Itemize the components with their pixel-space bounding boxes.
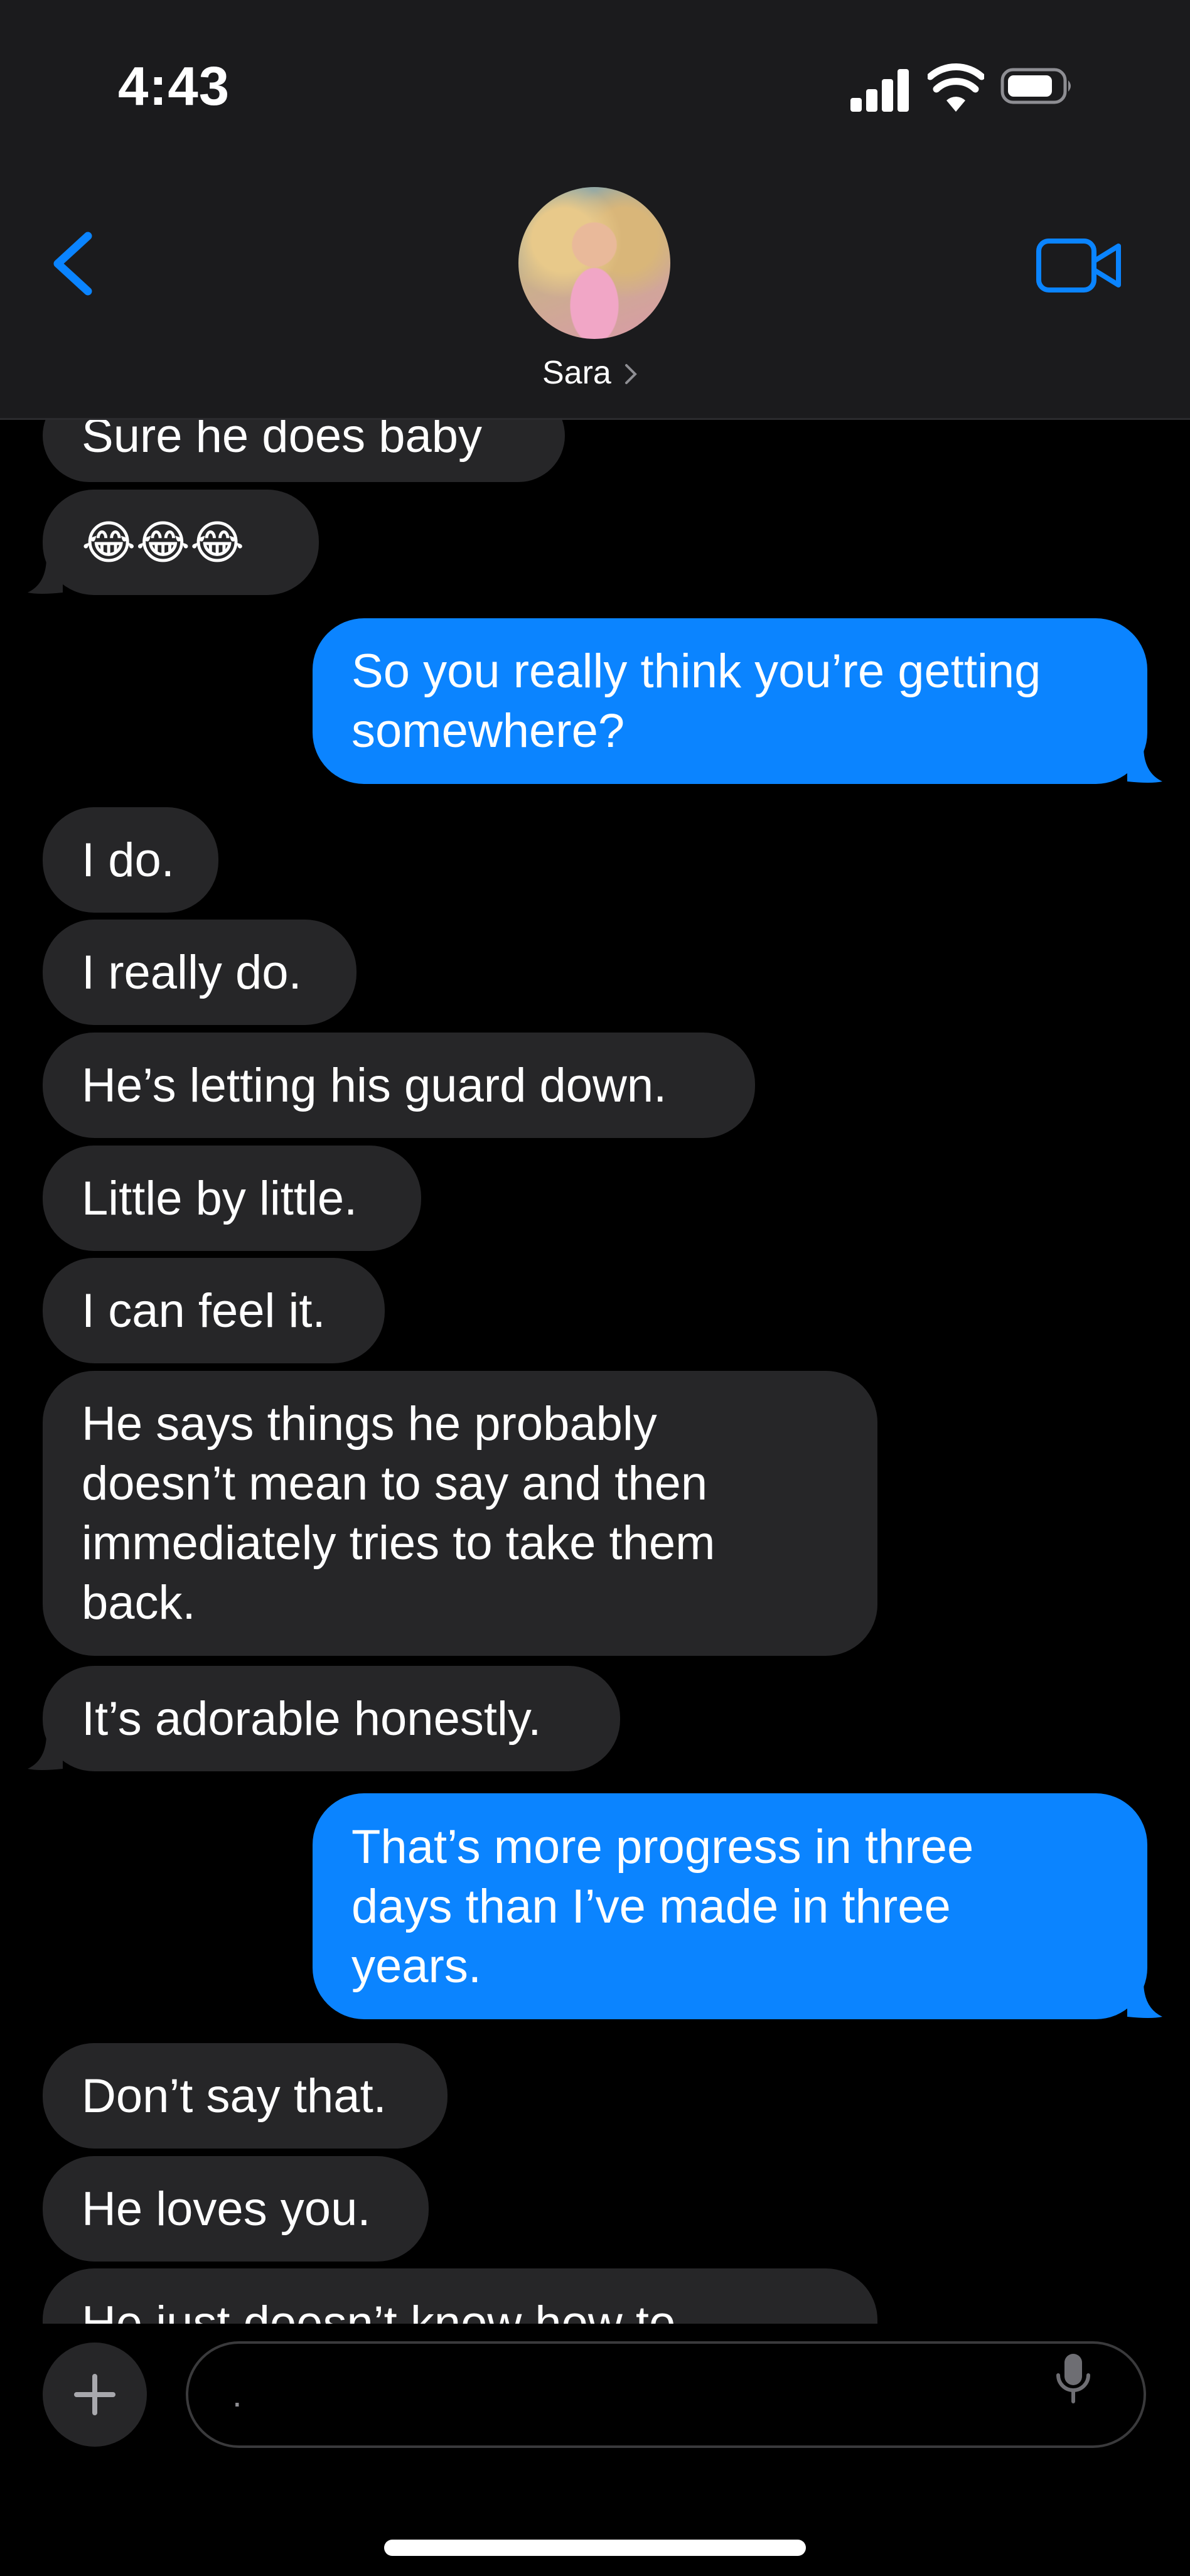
- message-received[interactable]: He’s letting his guard down.: [43, 1033, 755, 1138]
- cellular-signal-icon: [850, 69, 909, 112]
- chevron-right-icon: [625, 364, 637, 384]
- apps-plus-button[interactable]: [43, 2343, 147, 2447]
- bubble-tail: [28, 1734, 63, 1770]
- back-button[interactable]: [44, 226, 100, 301]
- microphone-icon[interactable]: [1054, 2351, 1092, 2405]
- message-received[interactable]: He says things he probably doesn’t mean …: [43, 1371, 877, 1656]
- contact-name[interactable]: Sara: [542, 354, 611, 392]
- message-received[interactable]: I do.: [43, 807, 218, 913]
- message-received[interactable]: He just doesn’t know how to: [43, 2268, 877, 2324]
- status-time: 4:43: [118, 56, 230, 117]
- message-thread[interactable]: Sure he does baby 😂😂😂 So you really thin…: [0, 420, 1190, 2324]
- conversation-header: 4:43 Sara: [0, 0, 1190, 420]
- message-received[interactable]: Don’t say that.: [43, 2043, 448, 2149]
- message-received[interactable]: I can feel it.: [43, 1258, 385, 1363]
- contact-avatar[interactable]: [518, 187, 670, 339]
- message-received[interactable]: 😂😂😂: [43, 490, 319, 595]
- composer-bar: .: [0, 2324, 1190, 2576]
- message-input[interactable]: .: [186, 2341, 1146, 2448]
- message-received[interactable]: Little by little.: [43, 1146, 421, 1251]
- message-sent[interactable]: So you really think you’re getting somew…: [313, 618, 1147, 784]
- video-call-button[interactable]: [1036, 237, 1123, 294]
- bubble-tail: [28, 557, 63, 594]
- wifi-icon: [928, 63, 984, 112]
- battery-icon: [1000, 68, 1071, 104]
- message-received[interactable]: He loves you.: [43, 2156, 429, 2262]
- home-indicator: [384, 2540, 806, 2556]
- plus-icon: [74, 2374, 115, 2415]
- message-sent[interactable]: That’s more progress in three days than …: [313, 1793, 1147, 2019]
- message-received[interactable]: I really do.: [43, 920, 356, 1025]
- message-received[interactable]: It’s adorable honestly.: [43, 1666, 620, 1771]
- message-received[interactable]: Sure he does baby: [43, 420, 565, 482]
- bubble-tail: [1127, 746, 1162, 783]
- bubble-tail: [1127, 1982, 1162, 2018]
